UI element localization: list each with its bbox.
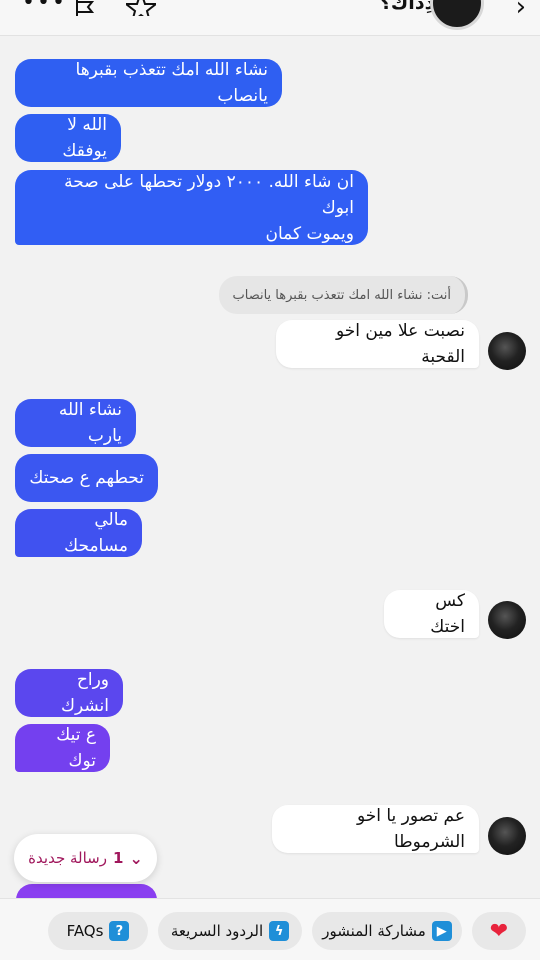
heart-button[interactable]: ❤ <box>472 912 526 950</box>
chevron-right-icon[interactable]: › <box>516 0 526 20</box>
reply-quote[interactable]: أنت: نشاء الله امك تتعذب بقبرها يانصاب <box>218 276 468 314</box>
play-icon: ▶ <box>431 921 452 941</box>
message-bubble[interactable]: تحطهم ع صحتك <box>15 454 158 502</box>
quick-replies-button[interactable]: ϟ الردود السريعة <box>158 912 302 950</box>
sender-avatar[interactable] <box>488 817 526 855</box>
share-post-label: مشاركة المنشور <box>322 922 426 940</box>
more-icon[interactable]: ••• <box>22 0 67 14</box>
message-bubble[interactable]: نصبت علا مين اخو القحبة <box>276 320 479 368</box>
star-icon[interactable] <box>123 0 159 25</box>
contact-avatar[interactable] <box>430 0 484 30</box>
message-bubble[interactable]: الله لا يوفقك <box>15 114 121 162</box>
double-chevron-down-icon: ⌄ <box>129 848 143 868</box>
sender-avatar[interactable] <box>488 332 526 370</box>
quick-replies-label: الردود السريعة <box>170 922 264 940</box>
new-message-button[interactable]: ⌄ 1 رسالة جديدة <box>14 834 157 882</box>
quick-actions-bar: ❤ ▶ مشاركة المنشور ϟ الردود السريعة ? FA… <box>0 898 540 960</box>
message-bubble[interactable]: عم تصور يا اخو الشرموطا <box>272 805 479 853</box>
sender-avatar[interactable] <box>488 601 526 639</box>
lightning-icon: ϟ <box>269 921 290 941</box>
heart-icon: ❤ <box>489 918 509 944</box>
message-bubble[interactable]: وراح انشرك <box>15 669 123 717</box>
message-bubble[interactable]: مالي مسامحك <box>15 509 142 557</box>
new-message-label: رسالة جديدة <box>28 849 107 867</box>
faqs-label: FAQs <box>66 922 104 940</box>
faqs-button[interactable]: ? FAQs <box>48 912 148 950</box>
message-bubble[interactable]: ع تيك توك <box>15 724 110 772</box>
new-message-count: 1 <box>113 849 124 867</box>
message-bubble[interactable]: نشاء الله يارب <box>15 399 136 447</box>
chat-header: ••• فدِداك؟ › <box>0 0 540 36</box>
message-bubble[interactable]: ان شاء الله. ٢٠٠٠ دولار تحطها على صحة اب… <box>15 170 368 245</box>
question-icon: ? <box>109 921 130 941</box>
message-bubble[interactable]: كس اختك <box>384 590 479 638</box>
flag-icon[interactable] <box>74 0 96 17</box>
share-post-button[interactable]: ▶ مشاركة المنشور <box>312 912 462 950</box>
message-bubble[interactable]: نشاء الله امك تتعذب بقبرها يانصاب <box>15 59 282 107</box>
